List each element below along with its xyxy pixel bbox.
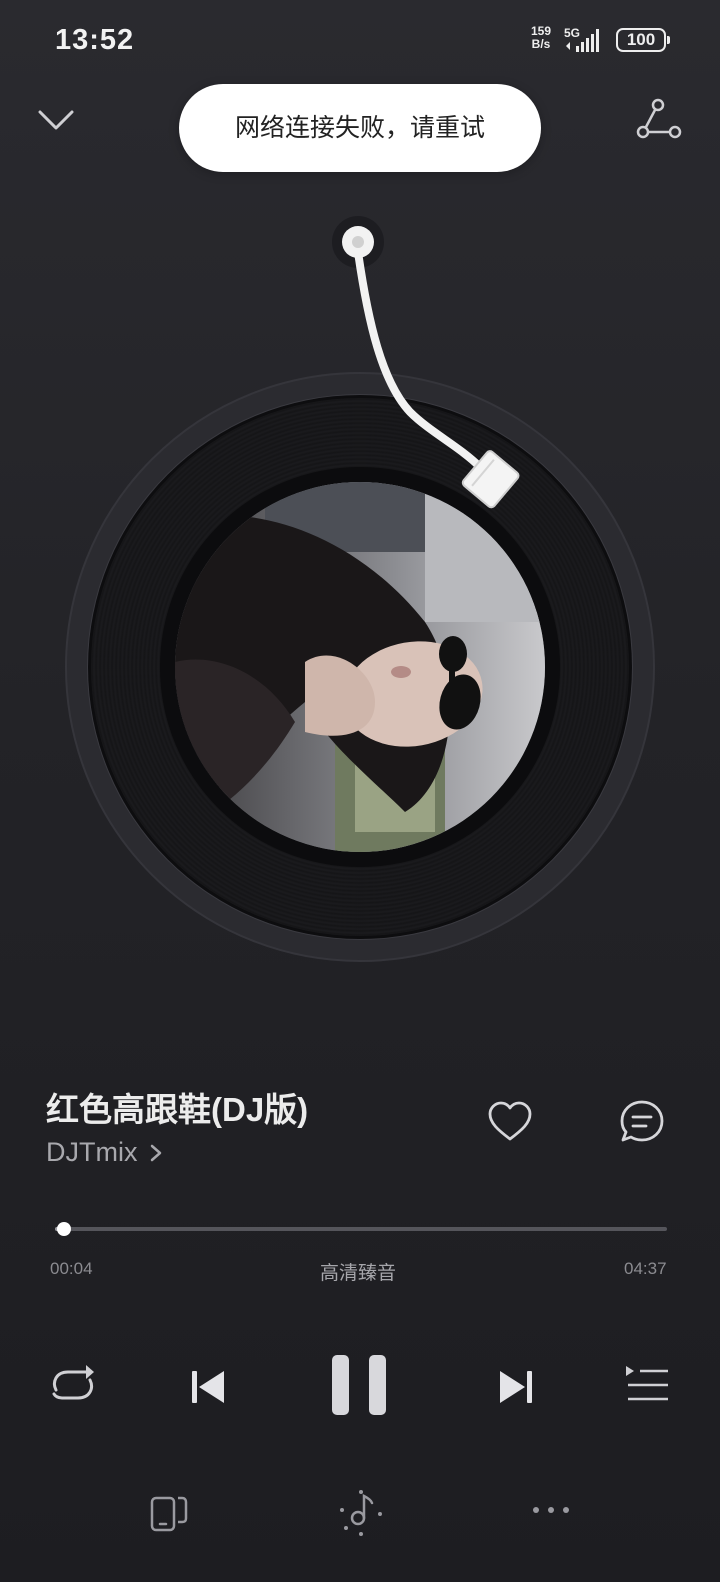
album-cover bbox=[175, 482, 545, 852]
next-icon bbox=[500, 1371, 532, 1403]
network-speed: 159 B/s bbox=[526, 25, 556, 51]
share-icon bbox=[636, 98, 682, 139]
previous-icon bbox=[192, 1371, 224, 1403]
share-button[interactable] bbox=[636, 98, 688, 142]
collapse-button[interactable] bbox=[30, 100, 82, 140]
sound-effect-button[interactable] bbox=[338, 1488, 384, 1536]
more-button[interactable] bbox=[528, 1500, 574, 1520]
signal-icon: 5G bbox=[564, 26, 608, 54]
progress-bar[interactable] bbox=[55, 1227, 667, 1231]
previous-button[interactable] bbox=[190, 1367, 230, 1407]
chevron-right-icon bbox=[151, 1144, 162, 1161]
audio-quality-button[interactable]: 高清臻音 bbox=[320, 1258, 396, 1285]
repeat-button[interactable] bbox=[48, 1362, 98, 1408]
comment-icon bbox=[620, 1100, 664, 1142]
playlist-icon bbox=[626, 1366, 668, 1401]
device-button[interactable] bbox=[148, 1490, 192, 1534]
artist-name: DJTmix bbox=[46, 1137, 138, 1167]
repeat-icon bbox=[52, 1365, 94, 1400]
comment-button[interactable] bbox=[618, 1098, 666, 1146]
battery-icon: 100 bbox=[616, 28, 670, 52]
sound-effect-icon bbox=[340, 1490, 382, 1536]
next-button[interactable] bbox=[494, 1367, 534, 1407]
progress-knob[interactable] bbox=[56, 1222, 71, 1236]
heart-icon bbox=[488, 1101, 532, 1141]
network-speed-unit: B/s bbox=[531, 37, 551, 51]
total-time: 04:37 bbox=[624, 1259, 667, 1278]
more-icon bbox=[533, 1507, 569, 1513]
status-time: 13:52 bbox=[55, 24, 135, 56]
current-time: 00:04 bbox=[50, 1259, 93, 1278]
pause-button[interactable] bbox=[330, 1353, 390, 1417]
artist-link[interactable]: DJTmix bbox=[46, 1137, 163, 1168]
device-icon bbox=[150, 1496, 188, 1532]
like-button[interactable] bbox=[486, 1098, 534, 1146]
playlist-button[interactable] bbox=[624, 1364, 670, 1408]
pause-icon bbox=[332, 1355, 386, 1415]
toast-message: 网络连接失败，请重试 bbox=[179, 84, 541, 172]
song-title: 红色高跟鞋(DJ版) bbox=[46, 1091, 309, 1128]
network-type: 5G bbox=[564, 26, 581, 40]
chevron-down-icon bbox=[38, 110, 74, 130]
